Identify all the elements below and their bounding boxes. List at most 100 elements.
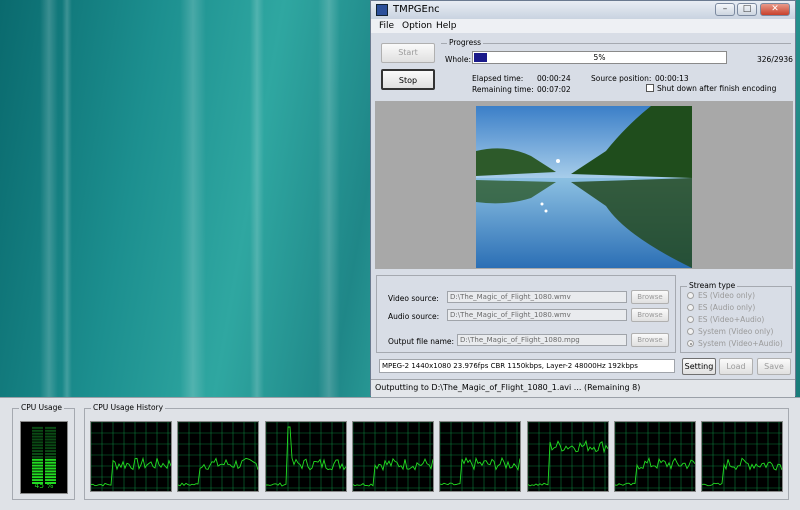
cpu-history-graph bbox=[90, 421, 172, 492]
cpu-history-graph bbox=[526, 421, 609, 492]
output-file-field[interactable]: D:\The_Magic_of_Flight_1080.mpg bbox=[457, 334, 627, 346]
cpu-meter-segment bbox=[32, 464, 43, 467]
task-manager-performance: CPU Usage 45 % CPU Usage History bbox=[0, 397, 800, 510]
cpu-meter-segment bbox=[32, 450, 43, 453]
stream-type-label: Stream type bbox=[687, 281, 738, 290]
wallpaper-streak bbox=[250, 0, 264, 400]
window-title: TMPGEnc bbox=[393, 4, 440, 15]
video-browse-button[interactable]: Browse bbox=[631, 290, 669, 304]
cpu-usage-meter: 45 % bbox=[20, 421, 68, 494]
cpu-meter-segment bbox=[32, 438, 43, 441]
cpu-meter-segment bbox=[32, 441, 43, 444]
cpu-meter-segment bbox=[32, 455, 43, 458]
status-text: Outputting to D:\The_Magic_of_Flight_108… bbox=[375, 383, 641, 392]
stream-type-radio[interactable] bbox=[687, 328, 694, 335]
cpu-history-graph bbox=[613, 421, 696, 492]
cpu-meter-segment bbox=[45, 461, 56, 464]
close-button[interactable]: ✕ bbox=[760, 3, 790, 16]
progress-percent: 5% bbox=[593, 53, 606, 62]
progress-count: 326/2936 bbox=[757, 55, 793, 64]
cpu-history-trace bbox=[702, 457, 783, 487]
shutdown-label: Shut down after finish encoding bbox=[657, 84, 777, 93]
cpu-history-graph bbox=[177, 421, 260, 492]
output-file-label: Output file name: bbox=[388, 337, 455, 346]
cpu-usage-label: CPU Usage bbox=[19, 403, 65, 412]
cpu-meter-segment bbox=[32, 426, 43, 429]
cpu-meter-segment bbox=[45, 441, 56, 444]
menu-bar: File Option Help bbox=[371, 19, 795, 33]
stream-type-option-label: System (Video+Audio) bbox=[698, 339, 783, 348]
elapsed-label: Elapsed time: bbox=[472, 74, 524, 83]
status-bar: Outputting to D:\The_Magic_of_Flight_108… bbox=[371, 379, 795, 397]
minimize-button[interactable]: – bbox=[715, 3, 735, 16]
shutdown-checkbox[interactable] bbox=[646, 84, 654, 92]
cpu-meter-segment bbox=[45, 447, 56, 450]
cpu-meter-segment bbox=[32, 476, 43, 479]
load-button[interactable]: Load bbox=[719, 358, 753, 375]
menu-option[interactable]: Option bbox=[402, 21, 432, 31]
cpu-meter-segment bbox=[32, 435, 43, 438]
output-browse-button[interactable]: Browse bbox=[631, 333, 669, 347]
cpu-meter-segment bbox=[45, 435, 56, 438]
cpu-meter-segment bbox=[45, 473, 56, 476]
video-source-label: Video source: bbox=[388, 294, 439, 303]
cpu-history-trace bbox=[527, 439, 608, 487]
wallpaper-streak bbox=[318, 0, 340, 400]
app-icon bbox=[376, 4, 388, 16]
cpu-meter-segment bbox=[45, 476, 56, 479]
cpu-history-graph bbox=[264, 421, 347, 492]
menu-file[interactable]: File bbox=[379, 21, 394, 31]
cpu-meter-segment bbox=[45, 450, 56, 453]
cpu-history-label: CPU Usage History bbox=[91, 403, 166, 412]
stream-type-radio[interactable] bbox=[687, 304, 694, 311]
stream-type-radio[interactable] bbox=[687, 340, 694, 347]
cpu-history-graph bbox=[439, 421, 522, 492]
cpu-history-trace bbox=[614, 457, 695, 486]
stream-type-radio[interactable] bbox=[687, 292, 694, 299]
video-source-field[interactable]: D:\The_Magic_of_Flight_1080.wmv bbox=[447, 291, 627, 303]
audio-browse-button[interactable]: Browse bbox=[631, 308, 669, 322]
cpu-history-trace bbox=[178, 457, 259, 487]
cpu-usage-value: 45 % bbox=[34, 481, 54, 490]
cpu-meter-segment bbox=[32, 461, 43, 464]
cpu-meter-segment bbox=[45, 467, 56, 470]
stream-type-option-label: ES (Video only) bbox=[698, 291, 755, 300]
cpu-meter-bars bbox=[32, 426, 56, 484]
format-info: MPEG-2 1440x1080 23.976fps CBR 1150kbps,… bbox=[379, 359, 675, 373]
cpu-meter-segment bbox=[45, 438, 56, 441]
stream-type-option-label: ES (Audio only) bbox=[698, 303, 756, 312]
menu-help[interactable]: Help bbox=[436, 21, 457, 31]
title-bar[interactable]: TMPGEnc – □ ✕ bbox=[371, 1, 795, 19]
stream-type-option-label: System (Video only) bbox=[698, 327, 774, 336]
cpu-meter-segment bbox=[32, 467, 43, 470]
save-button[interactable]: Save bbox=[757, 358, 791, 375]
whole-label: Whole: bbox=[445, 55, 471, 64]
cpu-history-trace bbox=[352, 457, 433, 487]
progress-group-label: Progress bbox=[447, 38, 484, 47]
cpu-meter-segment bbox=[45, 458, 56, 461]
cpu-meter-segment bbox=[45, 426, 56, 429]
cpu-meter-segment bbox=[32, 447, 43, 450]
cpu-meter-segment bbox=[45, 464, 56, 467]
audio-source-field[interactable]: D:\The_Magic_of_Flight_1080.wmv bbox=[447, 309, 627, 321]
stop-button[interactable]: Stop bbox=[381, 69, 435, 90]
cpu-meter-segment bbox=[32, 458, 43, 461]
source-position-value: 00:00:13 bbox=[655, 74, 689, 83]
stream-type-radio[interactable] bbox=[687, 316, 694, 323]
setting-button[interactable]: Setting bbox=[682, 358, 716, 375]
cpu-meter-segment bbox=[32, 444, 43, 447]
maximize-button[interactable]: □ bbox=[737, 3, 757, 16]
cpu-history-trace bbox=[91, 456, 171, 487]
cpu-meter-segment bbox=[32, 470, 43, 473]
cpu-meter-segment bbox=[45, 453, 56, 455]
cpu-meter-segment bbox=[45, 444, 56, 447]
cpu-history-graph bbox=[351, 421, 434, 492]
remaining-label: Remaining time: bbox=[472, 85, 534, 94]
cpu-meter-segment bbox=[45, 455, 56, 458]
tmpgenc-window: TMPGEnc – □ ✕ File Option Help Start Sto… bbox=[370, 0, 796, 397]
wallpaper-streak bbox=[62, 0, 72, 400]
whole-progress-bar: 5% bbox=[472, 51, 727, 64]
start-button[interactable]: Start bbox=[381, 43, 435, 63]
cpu-meter-segment bbox=[32, 432, 43, 435]
source-position-label: Source position: bbox=[591, 74, 652, 83]
